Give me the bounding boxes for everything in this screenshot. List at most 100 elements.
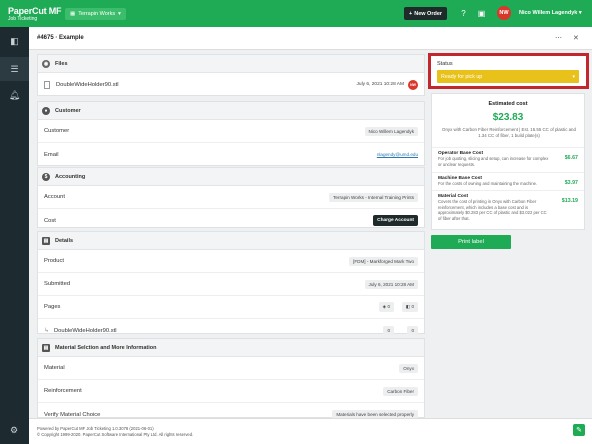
material-card-header: ▤ Material Selction and More Information	[38, 339, 424, 357]
user-icon: ●	[42, 106, 50, 115]
pages-row: Pages ◈ 0 ◧ 0	[38, 296, 424, 319]
cost-text: For job quoting, slicing and setup, can …	[438, 156, 549, 167]
page-title: #4675 · Example	[37, 35, 84, 41]
estimate-price: $23.83	[492, 112, 524, 123]
settings-gear-icon[interactable]: ⚙	[10, 425, 18, 436]
material-value: Onyx	[399, 363, 418, 373]
customer-card-header: ● Customer	[38, 102, 424, 120]
status-select[interactable]: Ready for pick up ▾	[437, 70, 579, 83]
file-mono-count: 0	[407, 326, 418, 335]
cost-value: $3.97	[564, 180, 578, 186]
sidebar: ◧ ☰ 🔔︎	[0, 27, 29, 444]
machine-cost-row: Machine Base Cost For the costs of ownin…	[432, 172, 584, 190]
submitted-value: July 6, 2021 10:28 AM	[364, 279, 418, 289]
chat-bubble-icon[interactable]: ✎	[573, 424, 585, 436]
material-card: ▤ Material Selction and More Information…	[37, 338, 425, 419]
estimated-cost-card: Estimated cost $23.83 Onyx with Carbon F…	[431, 93, 585, 230]
file-icon	[44, 80, 50, 89]
estimate-description: Onyx with Carbon Fiber Reinforcement | E…	[442, 127, 576, 138]
email-row: Email nlagendy@umd.edu	[38, 143, 424, 166]
document-icon: ▤	[42, 343, 50, 352]
submitted-label: Submitted	[44, 281, 71, 287]
logo-subtitle: Job Ticketing	[8, 16, 38, 22]
user-name: Nico Willem Lagendyk	[519, 10, 578, 16]
estimate-title: Estimated cost	[488, 101, 528, 107]
building-icon: ▦	[70, 11, 76, 17]
pages-label: Pages	[44, 304, 61, 310]
status-label: Status	[437, 61, 453, 67]
logo-title: PaperCut MF	[8, 6, 62, 16]
pages-color-count: ◈ 0	[378, 302, 394, 312]
customer-value: Nico Willem Lagendyk	[364, 126, 418, 136]
close-icon[interactable]: ✕	[573, 34, 579, 42]
email-link[interactable]: nlagendy@umd.edu	[377, 152, 418, 157]
pages-mono-count: ◧ 0	[401, 302, 418, 312]
file-row[interactable]: DoubleWideHolder90.stl July 6, 2021 10:2…	[38, 73, 424, 96]
orders-list-icon[interactable]: ☰	[0, 57, 29, 81]
charge-account-button[interactable]: Charge Account	[373, 215, 418, 226]
submitted-row: Submitted July 6, 2021 10:28 AM	[38, 273, 424, 296]
app-logo[interactable]: PaperCut MF Job Ticketing	[8, 6, 62, 22]
verify-label: Verify Material Choice	[44, 411, 101, 418]
footer-copyright: © Copyright 1999-2020. PaperCut Software…	[37, 432, 194, 437]
chevron-down-icon: ▾	[572, 73, 575, 80]
product-value: [FDM] - Markforged Mark Two	[349, 256, 418, 266]
cost-text: Covers the cost of printing in Onyx with…	[438, 199, 547, 221]
files-card: ◉ Files DoubleWideHolder90.stl July 6, 2…	[37, 54, 425, 96]
top-bar: PaperCut MF Job Ticketing ▦ Terrapin Wor…	[0, 0, 592, 27]
organization-label: Terrapin Works	[78, 11, 116, 17]
file-date: July 6, 2021 10:28 AM	[356, 82, 404, 87]
accounting-heading: Accounting	[55, 173, 86, 180]
material-heading: Material Selction and More Information	[55, 344, 157, 351]
sidebar-toggle-icon[interactable]: ◧	[0, 29, 29, 53]
material-row: Material Onyx	[38, 357, 424, 380]
eye-icon: ◉	[42, 59, 50, 68]
file-name[interactable]: DoubleWideHolder90.stl	[56, 82, 119, 88]
customer-label: Customer	[44, 128, 70, 134]
reinforcement-row: Reinforcement Carbon Fiber	[38, 380, 424, 403]
details-card-header: ▤ Details	[38, 232, 424, 250]
organization-dropdown[interactable]: ▦ Terrapin Works ▾	[65, 8, 126, 20]
user-menu[interactable]: Nico Willem Lagendyk ▾	[519, 10, 582, 16]
cost-label: Cost	[44, 217, 56, 224]
new-order-button[interactable]: + New Order	[404, 7, 448, 20]
account-value: Terrapin Works - Internal Training Print…	[329, 192, 418, 202]
notifications-icon[interactable]: 🔔︎	[0, 83, 29, 107]
more-options-icon[interactable]: ⋯	[555, 34, 562, 42]
dollar-icon: $	[42, 172, 50, 181]
product-label: Product	[44, 258, 64, 264]
help-icon[interactable]: ?	[459, 9, 468, 18]
chat-icon[interactable]: ▣	[477, 9, 486, 18]
account-label: Account	[44, 194, 65, 200]
order-header: #4675 · Example ⋯ ✕	[29, 27, 592, 50]
files-heading: Files	[55, 60, 68, 67]
file-color-count: 0	[383, 326, 394, 335]
avatar[interactable]: NW	[497, 6, 511, 20]
print-label-button[interactable]: Print label	[431, 235, 511, 249]
document-icon: ▤	[42, 236, 50, 245]
detail-file-name: DoubleWideHolder90.stl	[54, 327, 117, 334]
chevron-down-icon: ▾	[118, 11, 121, 17]
pages-mono-value: 0	[411, 304, 414, 309]
pages-color-value: 0	[387, 304, 390, 309]
email-label: Email	[44, 151, 59, 158]
cost-value: $13.19	[561, 198, 578, 204]
customer-card: ● Customer Customer Nico Willem Lagendyk…	[37, 101, 425, 166]
order-id: #4675	[37, 35, 54, 41]
title-separator: ·	[55, 35, 58, 41]
account-row: Account Terrapin Works - Internal Traini…	[38, 186, 424, 209]
operator-cost-row: Operator Base Cost For job quoting, slic…	[432, 147, 584, 170]
files-card-header: ◉ Files	[38, 55, 424, 73]
product-row: Product [FDM] - Markforged Mark Two	[38, 250, 424, 273]
order-name: Example	[59, 35, 84, 41]
file-owner-avatar: NW	[408, 79, 418, 90]
cost-value: $6.67	[564, 155, 578, 161]
chevron-down-icon: ▾	[578, 10, 582, 16]
customer-row: Customer Nico Willem Lagendyk	[38, 120, 424, 143]
reinforcement-value: Carbon Fiber	[383, 386, 418, 396]
new-order-label: New Order	[414, 10, 443, 17]
details-card: ▤ Details Product [FDM] - Markforged Mar…	[37, 231, 425, 335]
accounting-card: $ Accounting Account Terrapin Works - In…	[37, 167, 425, 228]
material-cost-row: Material Cost Covers the cost of printin…	[432, 190, 584, 224]
details-heading: Details	[55, 237, 74, 244]
